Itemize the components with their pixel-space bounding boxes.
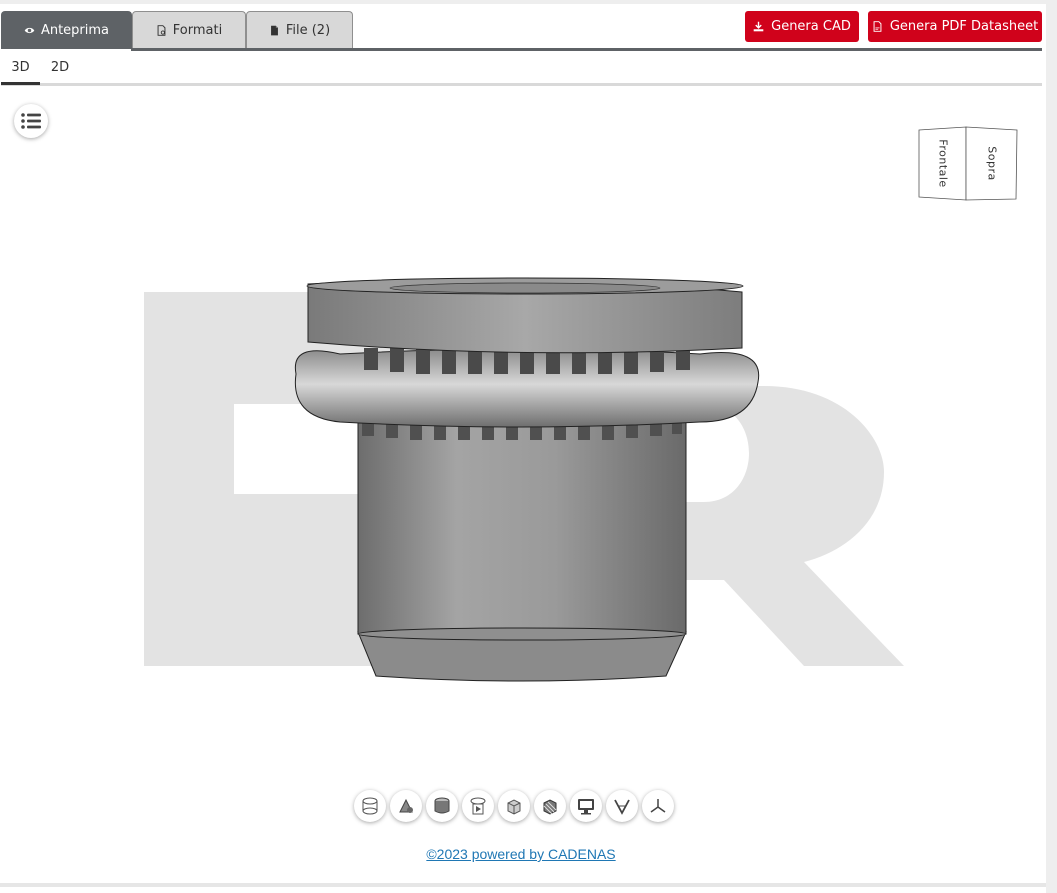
footer: ©2023 powered by CADENAS <box>0 846 1042 862</box>
view-cube-top[interactable]: Sopra <box>986 146 999 180</box>
view-cube-front[interactable]: Frontale <box>937 139 950 187</box>
list-menu-button[interactable] <box>14 104 48 138</box>
tab-2d[interactable]: 2D <box>47 60 73 82</box>
view-mode-tabs: 3D 2D <box>1 56 1042 86</box>
solid-view-button[interactable] <box>498 790 530 822</box>
tab-label: File (2) <box>285 23 331 38</box>
powered-by-link[interactable]: ©2023 powered by CADENAS <box>426 846 615 862</box>
bottom-strip <box>0 883 1046 893</box>
animate-button[interactable] <box>462 790 494 822</box>
download-icon <box>753 21 764 32</box>
axes-button[interactable] <box>642 790 674 822</box>
explode-button[interactable] <box>390 790 422 822</box>
viewer-toolbar <box>354 790 674 824</box>
animate-rotate-icon <box>470 797 486 815</box>
solid-shaded-icon <box>434 797 450 814</box>
3d-part-model[interactable] <box>280 272 770 692</box>
shaded-button[interactable] <box>426 790 458 822</box>
view-cube-shape <box>918 126 1018 201</box>
section-hatch-icon <box>543 799 557 815</box>
cylinder-wireframe-icon <box>362 797 378 815</box>
wireframe-button[interactable] <box>354 790 386 822</box>
scrollbar-track[interactable] <box>1046 4 1057 893</box>
measure-icon <box>614 799 630 815</box>
explode-view-icon <box>399 798 413 813</box>
eye-icon <box>24 27 35 34</box>
generate-cad-label: Genera CAD <box>771 19 851 34</box>
tab-label: Formati <box>172 23 223 38</box>
solid-cube-icon <box>507 799 521 815</box>
pdf-file-icon <box>873 21 882 32</box>
display-button[interactable] <box>570 790 602 822</box>
file-settings-icon <box>157 25 166 36</box>
tab-label: Anteprima <box>40 23 110 38</box>
generate-cad-button[interactable]: Genera CAD <box>745 11 859 42</box>
view-cube[interactable]: Frontale Sopra <box>918 126 1020 202</box>
tab-anteprima[interactable]: Anteprima <box>1 11 132 49</box>
axes-icon <box>650 799 666 813</box>
file-icon <box>270 25 278 36</box>
tab-underline <box>131 48 1042 51</box>
list-icon <box>21 113 41 129</box>
tab-file[interactable]: File (2) <box>246 11 353 49</box>
section-button[interactable] <box>534 790 566 822</box>
monitor-icon <box>578 799 594 815</box>
measure-button[interactable] <box>606 790 638 822</box>
tab-formati[interactable]: Formati <box>132 11 246 49</box>
generate-pdf-button[interactable]: Genera PDF Datasheet <box>868 11 1042 42</box>
top-strip <box>0 0 1057 4</box>
tab-3d[interactable]: 3D <box>1 60 40 85</box>
generate-pdf-label: Genera PDF Datasheet <box>889 19 1039 34</box>
